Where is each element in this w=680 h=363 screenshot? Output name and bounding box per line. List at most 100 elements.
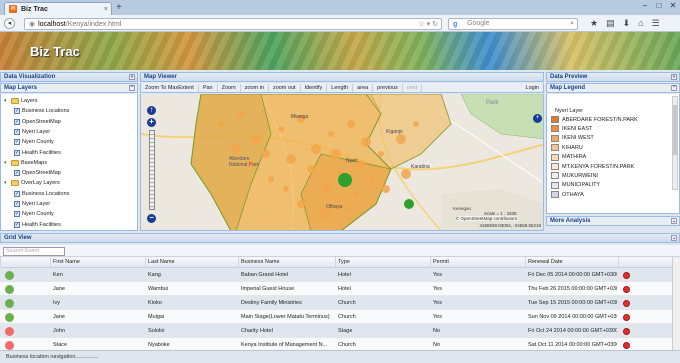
business-marker[interactable]: [237, 110, 245, 118]
business-marker[interactable]: [343, 206, 349, 212]
layer-item[interactable]: ✓ OpenStreetMap: [14, 168, 61, 178]
layer-checkbox[interactable]: ✓: [14, 149, 20, 156]
search-bar[interactable]: g Google ⌕: [448, 18, 578, 30]
business-marker[interactable]: [321, 209, 331, 219]
collapse-left-icon[interactable]: «: [129, 74, 135, 80]
layer-item[interactable]: ✓ Business Locations: [14, 106, 69, 116]
business-marker[interactable]: [297, 200, 305, 208]
zoom-out-icon[interactable]: −: [147, 214, 156, 223]
map-tool-identify[interactable]: Identify: [301, 83, 328, 92]
table-row[interactable]: Jane Muigai Main Stage(Lower Matatu Termin…: [0, 310, 680, 324]
bookmarks-star-icon[interactable]: ★: [590, 18, 598, 29]
table-row[interactable]: Ivy Kioko Destiny Family Ministries Church Y…: [0, 296, 680, 310]
layer-item[interactable]: ✓ Nyeri County: [14, 137, 54, 147]
business-marker[interactable]: [413, 121, 419, 127]
layer-item[interactable]: ✓ Nyeri Layer: [14, 127, 50, 137]
business-marker[interactable]: [347, 120, 355, 128]
grid-column-header[interactable]: [0, 257, 50, 268]
new-tab-button[interactable]: +: [116, 2, 122, 13]
layer-checkbox[interactable]: ✓: [14, 118, 20, 125]
layer-checkbox[interactable]: ✓: [14, 201, 20, 207]
pan-right-icon[interactable]: +: [533, 114, 542, 123]
tab-close-icon[interactable]: ×: [104, 6, 108, 13]
grid-column-header[interactable]: Permit: [430, 257, 525, 268]
grid-scrollbar[interactable]: [672, 257, 680, 350]
maximize-icon[interactable]: □: [654, 1, 664, 10]
map-tool-pan[interactable]: Pan: [199, 83, 218, 92]
layer-checkbox[interactable]: ✓: [14, 211, 20, 218]
map-tool-zoom-to-maxextent[interactable]: Zoom To MaxExtent: [141, 83, 199, 92]
layer-item[interactable]: ✓ Nyeri Layer: [14, 199, 50, 209]
map-tool-length[interactable]: Length: [327, 83, 354, 92]
legend-scrollbar[interactable]: [672, 96, 678, 190]
grid-column-header[interactable]: Last Name: [145, 257, 238, 268]
business-marker[interactable]: [283, 186, 289, 192]
reading-list-icon[interactable]: ▤: [606, 18, 615, 29]
collapse-layers-icon[interactable]: ⌃: [129, 85, 135, 91]
layer-checkbox[interactable]: ✓: [14, 221, 20, 228]
grid-column-header[interactable]: Type: [335, 257, 430, 268]
grid-column-header[interactable]: First Name: [50, 257, 145, 268]
layer-item[interactable]: ✓ OpenStreetMap: [14, 117, 61, 127]
business-marker[interactable]: [328, 131, 334, 137]
delete-row-icon[interactable]: [623, 300, 630, 307]
map-tool-zoom-in[interactable]: zoom in: [241, 83, 269, 92]
map-tool-zoom[interactable]: Zoom: [218, 83, 241, 92]
business-marker[interactable]: [251, 134, 261, 144]
grid-column-header[interactable]: [618, 257, 672, 268]
delete-row-icon[interactable]: [623, 328, 630, 335]
search-icon[interactable]: ⌕: [570, 19, 574, 29]
layer-folder[interactable]: ▾ OverLay Layers: [4, 178, 60, 188]
layer-checkbox[interactable]: ✓: [14, 170, 20, 177]
table-row[interactable]: Ken Kang Baban Grand Hotel Hotel Yes Fri Dec …: [0, 268, 680, 282]
delete-row-icon[interactable]: [623, 314, 630, 321]
map-tool-next[interactable]: next: [403, 83, 423, 92]
business-marker[interactable]: [321, 184, 331, 194]
business-marker[interactable]: [307, 165, 315, 173]
bookmark-star-icon[interactable]: ☆ ▾ ↻: [418, 20, 438, 28]
layer-checkbox[interactable]: ✓: [14, 190, 20, 197]
expand-analysis-icon[interactable]: ⌄: [671, 218, 677, 224]
business-marker[interactable]: [218, 121, 224, 127]
zoom-slider[interactable]: [149, 130, 155, 210]
map-tool-zoom-out[interactable]: zoom out: [269, 83, 301, 92]
delete-row-icon[interactable]: [623, 286, 630, 293]
pan-up-icon[interactable]: ↑: [147, 106, 156, 115]
business-marker[interactable]: [278, 126, 284, 132]
table-row[interactable]: Jane Wambui Imperial Guest House Hotel Yes Th…: [0, 282, 680, 296]
map-canvas[interactable]: ↑ + − + Aberdare National Park Nyeri Oth…: [140, 94, 544, 231]
layer-item[interactable]: ✓ Health Facilities: [14, 220, 61, 230]
business-marker[interactable]: [231, 144, 241, 154]
business-marker[interactable]: [382, 185, 390, 193]
table-row[interactable]: John Sololoi Charity Hotel Stage No Fri Oct 2…: [0, 324, 680, 338]
home-icon[interactable]: ⌂: [638, 18, 643, 29]
business-marker[interactable]: [401, 169, 411, 179]
business-marker[interactable]: [331, 149, 341, 159]
layer-checkbox[interactable]: ✓: [14, 139, 20, 146]
layer-folder[interactable]: ▾ BaseMaps: [4, 158, 47, 168]
layer-item[interactable]: ✓ Business Locations: [14, 189, 69, 199]
layer-item[interactable]: ✓ Nyeri County: [14, 209, 54, 219]
map-attribution[interactable]: © OpenStreetMap contributors: [455, 216, 517, 221]
business-marker[interactable]: [368, 176, 374, 182]
download-icon[interactable]: ⬇: [623, 18, 631, 29]
collapse-right-icon[interactable]: »: [671, 74, 677, 80]
expand-toggle-icon[interactable]: ▾: [4, 98, 10, 104]
layer-checkbox[interactable]: ✓: [14, 128, 20, 135]
expand-toggle-icon[interactable]: ▾: [4, 180, 10, 186]
business-marker[interactable]: [357, 160, 365, 168]
business-marker[interactable]: [268, 176, 274, 182]
grid-column-header[interactable]: Renewal Date: [525, 257, 618, 268]
grid-search-input[interactable]: Search Event: [3, 247, 65, 256]
delete-row-icon[interactable]: [623, 272, 630, 279]
collapse-grid-icon[interactable]: ⌄: [671, 235, 677, 241]
close-window-icon[interactable]: ✕: [668, 1, 678, 10]
more-analysis-header[interactable]: More Analysis ⌄: [546, 216, 680, 226]
business-marker[interactable]: [311, 144, 321, 154]
zoom-in-icon[interactable]: +: [147, 118, 156, 127]
selected-business-marker[interactable]: [404, 199, 414, 209]
delete-row-icon[interactable]: [623, 342, 630, 349]
map-tool-area[interactable]: area: [353, 83, 374, 92]
business-marker[interactable]: [396, 134, 406, 144]
browser-tab[interactable]: ✉ Biz Trac ×: [4, 2, 112, 15]
